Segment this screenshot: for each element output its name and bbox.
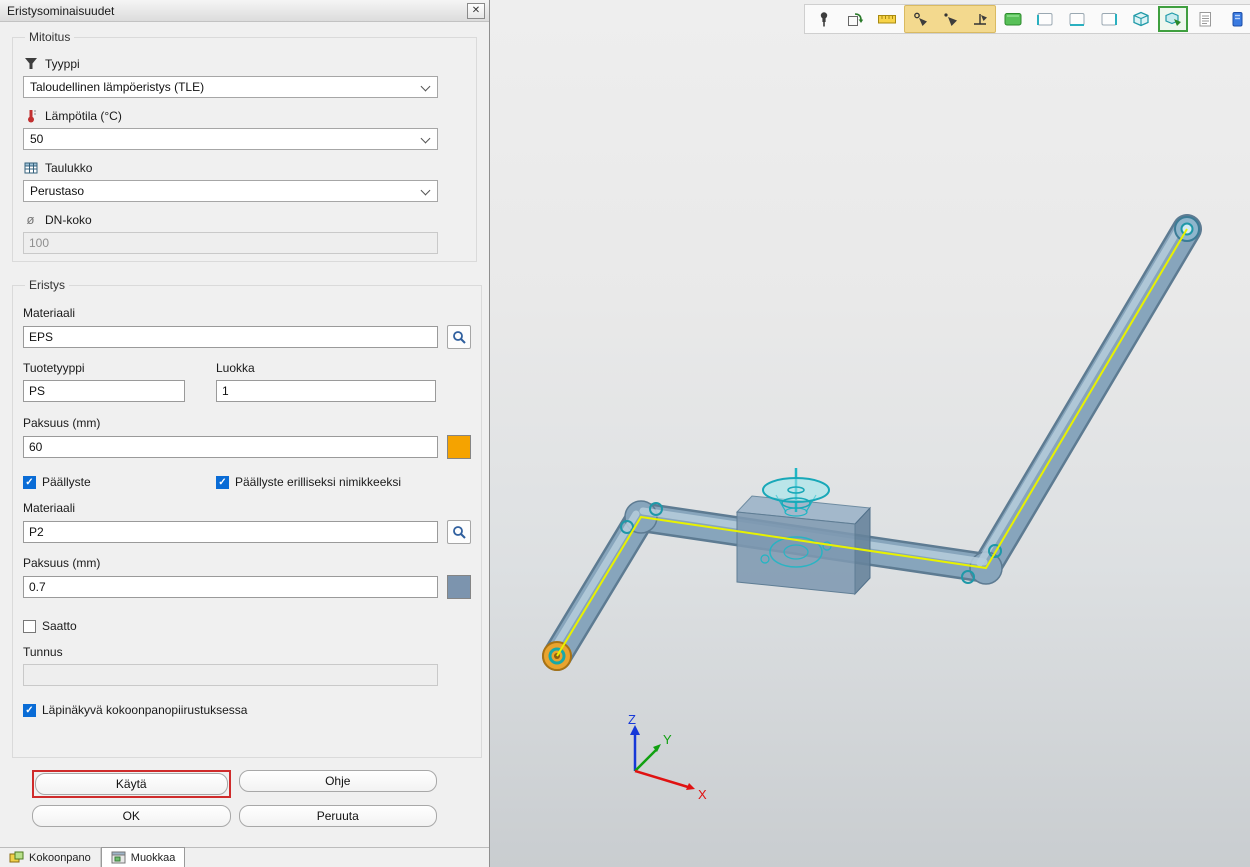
materiaali-label: Materiaali [23, 306, 471, 320]
taulukko-value: Perustaso [30, 184, 84, 198]
lapinakyva-checkbox-row[interactable]: ✓ Läpinäkyvä kokoonpanopiirustuksessa [23, 703, 471, 717]
tyyppi-label: Tyyppi [45, 57, 80, 71]
viewport-toolbar [804, 4, 1250, 34]
insulation-properties-dialog: Eristysominaisuudet ✕ Mitoitus Tyyppi Ta… [0, 0, 490, 867]
orbit-icon[interactable] [840, 6, 870, 32]
snap-angle-icon[interactable] [905, 6, 935, 32]
dn-label: DN-koko [45, 213, 92, 227]
luokka-input[interactable] [216, 380, 436, 402]
paallyste-paksuus-input[interactable] [23, 576, 438, 598]
saatto-checkbox[interactable] [23, 620, 36, 633]
paallyste-erilliseksi-label: Päällyste erilliseksi nimikkeeksi [235, 475, 401, 489]
lapinakyva-checkbox[interactable]: ✓ [23, 704, 36, 717]
group-mitoitus: Mitoitus Tyyppi Taloudellinen lämpöerist… [12, 30, 477, 262]
saatto-label: Saatto [42, 619, 77, 633]
peruuta-button[interactable]: Peruuta [239, 805, 438, 827]
snap-point-icon[interactable] [935, 6, 965, 32]
part-library-icon[interactable] [1222, 6, 1250, 32]
filter-icon [23, 56, 38, 71]
tuotetyyppi-input[interactable] [23, 380, 185, 402]
axis-y-label: Y [663, 732, 672, 747]
lampotila-label: Lämpötila (°C) [45, 109, 122, 123]
edit-model-icon [111, 851, 126, 864]
chevron-down-icon [421, 134, 431, 144]
paallyste-paksuus-label: Paksuus (mm) [23, 556, 471, 570]
taulukko-label-row: Taulukko [23, 160, 466, 175]
lampotila-value: 50 [30, 132, 43, 146]
table-icon [23, 160, 38, 175]
axis-z-label: Z [628, 712, 636, 727]
lampotila-label-row: Lämpötila (°C) [23, 108, 466, 123]
materiaali-input[interactable] [23, 326, 438, 348]
luokka-label: Luokka [216, 361, 436, 375]
tuotetyyppi-label: Tuotetyyppi [23, 361, 185, 375]
valve-body[interactable] [737, 468, 870, 594]
paallyste-checkbox-row[interactable]: ✓ Päällyste [23, 475, 216, 489]
group-mitoitus-label: Mitoitus [25, 30, 74, 44]
paallyste-label: Päällyste [42, 475, 91, 489]
pipe-model-scene[interactable]: Z Y X [490, 0, 1250, 867]
pipe-centerline [557, 229, 1187, 656]
taulukko-label: Taulukko [45, 161, 92, 175]
tab-kokoonpano[interactable]: Kokoonpano [0, 848, 101, 867]
lapinakyva-label: Läpinäkyvä kokoonpanopiirustuksessa [42, 703, 247, 717]
axis-x-label: X [698, 787, 707, 802]
ohje-button[interactable]: Ohje [239, 770, 438, 792]
search-icon [451, 524, 467, 540]
dialog-titlebar[interactable]: Eristysominaisuudet ✕ [0, 0, 489, 22]
cover-color-swatch[interactable] [447, 575, 471, 599]
kayta-highlight: Käytä [32, 770, 231, 798]
lampotila-select[interactable]: 50 [23, 128, 438, 150]
chevron-down-icon [421, 82, 431, 92]
face-view-2-icon[interactable] [1062, 6, 1092, 32]
paallyste-checkbox[interactable]: ✓ [23, 476, 36, 489]
bottom-tabbar: Kokoonpano Muokkaa [0, 847, 489, 867]
face-view-1-icon[interactable] [1030, 6, 1060, 32]
group-eristys: Eristys Materiaali Tuotetyyppi Luokka Pa… [12, 278, 482, 758]
tyyppi-label-row: Tyyppi [23, 56, 466, 71]
dn-label-row: ø DN-koko [23, 212, 466, 227]
drawing-list-icon[interactable] [1190, 6, 1220, 32]
ruler-icon[interactable] [872, 6, 902, 32]
active-solid-tool-icon[interactable] [1158, 6, 1188, 32]
3d-viewport[interactable]: Z Y X [490, 0, 1250, 867]
axis-triad: Z Y X [628, 712, 707, 802]
snap-tangent-icon[interactable] [965, 6, 995, 32]
tyyppi-select[interactable]: Taloudellinen lämpöeristys (TLE) [23, 76, 438, 98]
shaded-view-icon[interactable] [998, 6, 1028, 32]
diameter-icon: ø [23, 212, 38, 227]
dn-input [23, 232, 438, 254]
paallyste-materiaali-label: Materiaali [23, 501, 471, 515]
tab-kokoonpano-label: Kokoonpano [29, 852, 91, 864]
paallyste-materiaali-input[interactable] [23, 521, 438, 543]
taulukko-select[interactable]: Perustaso [23, 180, 438, 202]
paallyste-erilliseksi-checkbox[interactable]: ✓ [216, 476, 229, 489]
tab-muokkaa[interactable]: Muokkaa [101, 847, 186, 867]
tab-muokkaa-label: Muokkaa [131, 852, 176, 864]
tyyppi-value: Taloudellinen lämpöeristys (TLE) [30, 80, 204, 94]
assembly-icon [9, 851, 24, 864]
pin-icon[interactable] [808, 6, 838, 32]
paksuus-label: Paksuus (mm) [23, 416, 471, 430]
chevron-down-icon [421, 186, 431, 196]
dialog-title: Eristysominaisuudet [7, 4, 467, 18]
tunnus-label: Tunnus [23, 645, 471, 659]
paallyste-erilliseksi-checkbox-row[interactable]: ✓ Päällyste erilliseksi nimikkeeksi [216, 475, 401, 489]
search-icon [451, 329, 467, 345]
thermometer-icon [23, 108, 38, 123]
kayta-button[interactable]: Käytä [35, 773, 228, 795]
saatto-checkbox-row[interactable]: Saatto [23, 619, 471, 633]
snap-toggle-group [904, 5, 996, 33]
face-view-3-icon[interactable] [1094, 6, 1124, 32]
paallyste-materiaali-search-button[interactable] [447, 520, 471, 544]
insulation-color-swatch[interactable] [447, 435, 471, 459]
close-icon[interactable]: ✕ [467, 3, 485, 19]
group-eristys-label: Eristys [25, 278, 69, 292]
solid-box-icon[interactable] [1126, 6, 1156, 32]
tunnus-input [23, 664, 438, 686]
paksuus-input[interactable] [23, 436, 438, 458]
materiaali-search-button[interactable] [447, 325, 471, 349]
ok-button[interactable]: OK [32, 805, 231, 827]
